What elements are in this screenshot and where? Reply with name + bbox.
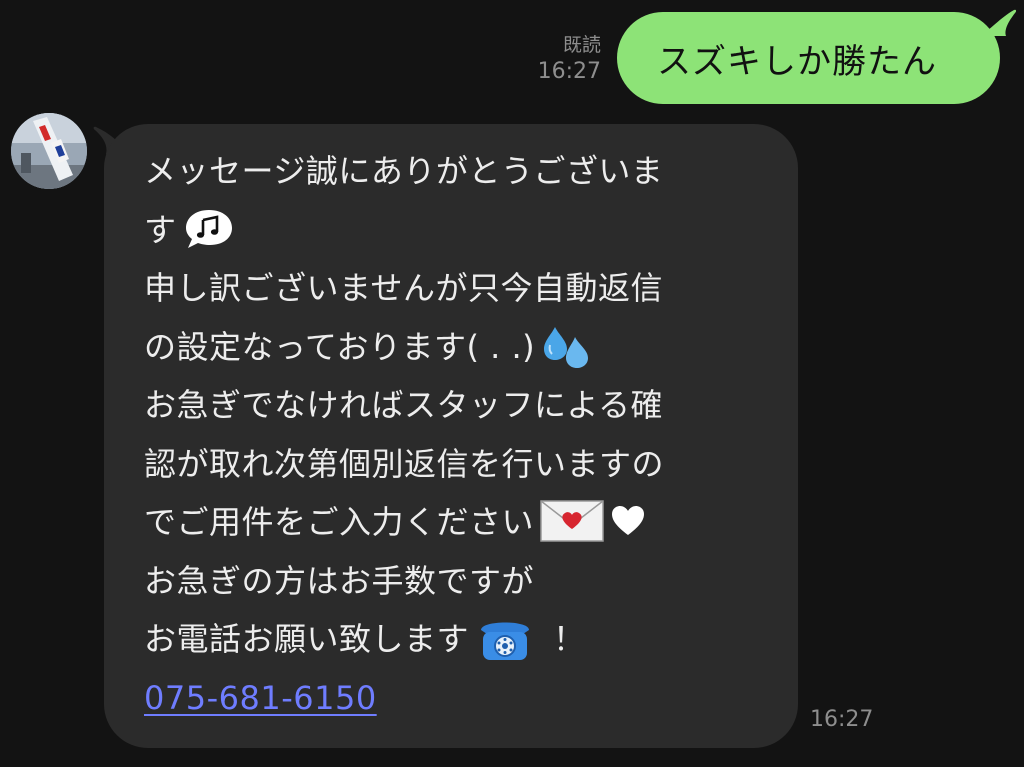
incoming-bubble[interactable]: メッセージ誠にありがとうございま す 申し訳ございませんが只今自動返信 の設定な… — [104, 124, 798, 748]
message-line: お急ぎでなければスタッフによる確 — [144, 386, 664, 424]
avatar-image — [11, 113, 87, 189]
message-line: 075-681-6150 — [144, 669, 768, 728]
message-line: メッセージ誠にありがとうございま — [144, 152, 664, 190]
read-receipt: 既読 — [562, 34, 601, 56]
outgoing-meta: 既読 16:27 — [538, 34, 601, 85]
incoming-timestamp: 16:27 — [810, 707, 874, 732]
telephone-icon — [475, 614, 535, 662]
avatar[interactable] — [11, 113, 87, 189]
message-line: お電話お願い致します ！ — [144, 610, 768, 669]
outgoing-timestamp: 16:27 — [537, 58, 601, 84]
message-line: でご用件をご入力ください — [144, 493, 768, 552]
love-letter-icon — [540, 499, 604, 543]
outgoing-bubble[interactable]: スズキしか勝たん — [617, 12, 1000, 104]
music-note-bubble-icon — [183, 207, 235, 251]
phone-number-link[interactable]: 075-681-6150 — [144, 679, 377, 717]
message-line: の設定なっております( . .) — [144, 318, 768, 377]
message-line: す — [144, 201, 768, 260]
sweat-droplets-icon — [541, 323, 591, 369]
message-line: お急ぎの方はお手数ですが — [144, 561, 535, 600]
outgoing-text: スズキしか勝たん — [657, 41, 937, 82]
message-line: 認が取れ次第個別返信を行いますの — [144, 444, 665, 483]
message-line: 申し訳ございませんが只今自動返信 — [144, 269, 664, 307]
white-heart-icon — [610, 504, 646, 538]
